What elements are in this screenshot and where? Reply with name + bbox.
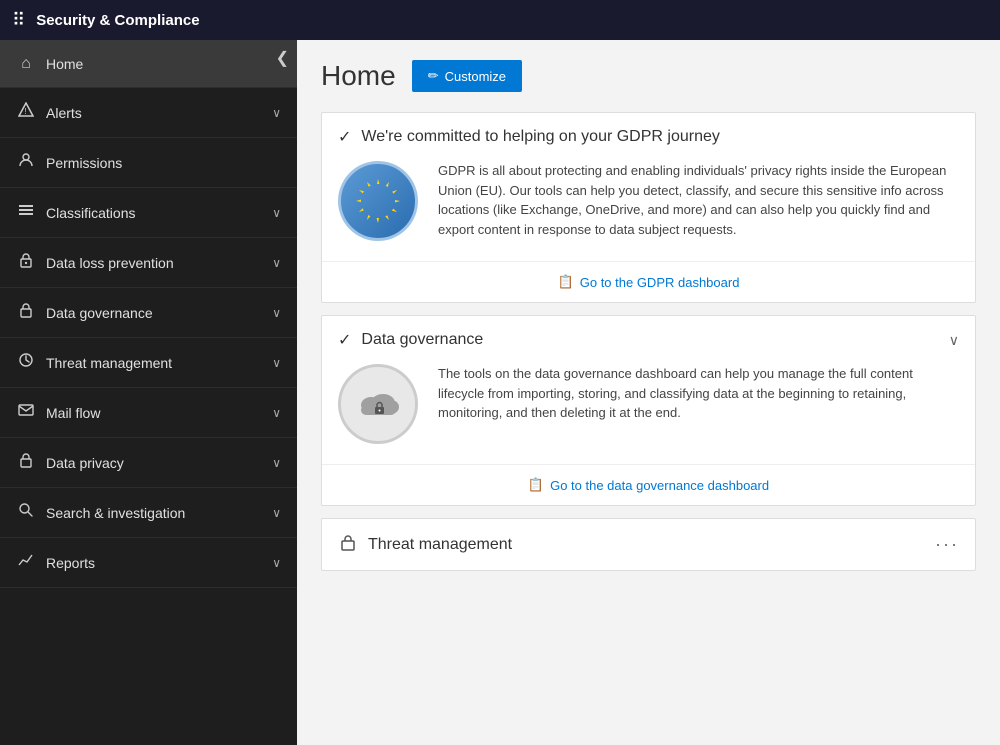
sidebar-item-classifications[interactable]: Classifications ∨ <box>0 188 297 238</box>
eu-flag-icon <box>338 161 418 241</box>
more-options-icon[interactable]: ··· <box>935 534 959 555</box>
gdpr-dashboard-link[interactable]: 📋 Go to the GDPR dashboard <box>322 261 975 302</box>
sidebar-item-label: Permissions <box>46 155 122 171</box>
sidebar-item-label: Data governance <box>46 305 153 321</box>
gdpr-checkmark-icon: ✓ <box>338 127 351 147</box>
customize-pencil-icon: ✏ <box>428 68 439 84</box>
sidebar-item-search-investigation[interactable]: Search & investigation ∨ <box>0 488 297 538</box>
sidebar-item-label: Threat management <box>46 355 172 371</box>
app-title: Security & Compliance <box>36 12 199 29</box>
app-grid-icon: ⠿ <box>12 10 26 31</box>
sidebar-item-label: Classifications <box>46 205 135 221</box>
threat-management-card-title: Threat management <box>368 536 512 554</box>
sidebar-item-data-governance[interactable]: Data governance ∨ <box>0 288 297 338</box>
sidebar-item-data-loss-prevention[interactable]: Data loss prevention ∨ <box>0 238 297 288</box>
sidebar-item-permissions[interactable]: Permissions <box>0 138 297 188</box>
chevron-down-icon: ∨ <box>272 256 281 270</box>
gdpr-card-body: GDPR is all about protecting and enablin… <box>322 161 975 261</box>
sidebar-item-label: Data privacy <box>46 455 124 471</box>
sidebar-item-mail-flow[interactable]: Mail flow ∨ <box>0 388 297 438</box>
gdpr-link-text: Go to the GDPR dashboard <box>580 275 740 290</box>
layout: ❮ ⌂ Home ! Alerts ∨ <box>0 40 1000 745</box>
threat-management-icon <box>16 352 36 373</box>
cloud-lock-icon <box>338 364 418 444</box>
classifications-icon <box>16 202 36 223</box>
sidebar-item-label: Mail flow <box>46 405 100 421</box>
data-governance-dashboard-link[interactable]: 📋 Go to the data governance dashboard <box>322 464 975 505</box>
data-privacy-icon <box>16 452 36 473</box>
sidebar-collapse-button[interactable]: ❮ <box>276 48 289 68</box>
sidebar-item-label: Alerts <box>46 105 82 121</box>
gdpr-card-header[interactable]: ✓ We're committed to helping on your GDP… <box>322 113 975 161</box>
data-governance-card-title: Data governance <box>361 331 483 349</box>
chevron-down-icon: ∨ <box>272 356 281 370</box>
alerts-icon: ! <box>16 102 36 123</box>
chevron-down-icon: ∨ <box>272 406 281 420</box>
main-content: Home ✏ Customize ✓ We're committed to he… <box>297 40 1000 745</box>
reports-icon <box>16 552 36 573</box>
data-governance-card-body: The tools on the data governance dashboa… <box>322 364 975 464</box>
data-governance-checkmark-icon: ✓ <box>338 330 351 350</box>
svg-text:!: ! <box>24 107 26 116</box>
sidebar-item-data-privacy[interactable]: Data privacy ∨ <box>0 438 297 488</box>
threat-management-card-icon <box>338 533 358 556</box>
data-governance-link-icon: 📋 <box>528 477 544 493</box>
gdpr-card-text: GDPR is all about protecting and enablin… <box>438 161 959 239</box>
page-header: Home ✏ Customize <box>321 60 976 92</box>
sidebar-item-label: Search & investigation <box>46 505 185 521</box>
data-governance-chevron-icon: ∨ <box>949 332 959 349</box>
topbar: ⠿ Security & Compliance <box>0 0 1000 40</box>
data-governance-card: ✓ Data governance ∨ <box>321 315 976 506</box>
data-loss-prevention-icon <box>16 252 36 273</box>
threat-management-card-header[interactable]: Threat management ··· <box>322 519 975 570</box>
data-governance-link-text: Go to the data governance dashboard <box>550 478 769 493</box>
data-governance-card-header[interactable]: ✓ Data governance ∨ <box>322 316 975 364</box>
sidebar-item-label: Home <box>46 56 83 72</box>
chevron-down-icon: ∨ <box>272 456 281 470</box>
sidebar-item-alerts[interactable]: ! Alerts ∨ <box>0 88 297 138</box>
chevron-down-icon: ∨ <box>272 306 281 320</box>
sidebar-item-reports[interactable]: Reports ∨ <box>0 538 297 588</box>
gdpr-card-title: We're committed to helping on your GDPR … <box>361 128 719 146</box>
sidebar: ❮ ⌂ Home ! Alerts ∨ <box>0 40 297 745</box>
home-icon: ⌂ <box>16 55 36 73</box>
chevron-down-icon: ∨ <box>272 206 281 220</box>
customize-label: Customize <box>445 69 506 84</box>
sidebar-item-threat-management[interactable]: Threat management ∨ <box>0 338 297 388</box>
gdpr-link-icon: 📋 <box>558 274 574 290</box>
chevron-down-icon: ∨ <box>272 106 281 120</box>
chevron-down-icon: ∨ <box>272 506 281 520</box>
chevron-down-icon: ∨ <box>272 556 281 570</box>
threat-management-card: Threat management ··· <box>321 518 976 571</box>
permissions-icon <box>16 152 36 173</box>
data-governance-icon <box>16 302 36 323</box>
sidebar-item-label: Reports <box>46 555 95 571</box>
search-icon <box>16 502 36 523</box>
gdpr-card: ✓ We're committed to helping on your GDP… <box>321 112 976 303</box>
sidebar-item-label: Data loss prevention <box>46 255 174 271</box>
customize-button[interactable]: ✏ Customize <box>412 60 522 92</box>
page-title: Home <box>321 60 396 92</box>
sidebar-item-home[interactable]: ⌂ Home <box>0 40 297 88</box>
mail-flow-icon <box>16 402 36 423</box>
data-governance-card-text: The tools on the data governance dashboa… <box>438 364 959 423</box>
